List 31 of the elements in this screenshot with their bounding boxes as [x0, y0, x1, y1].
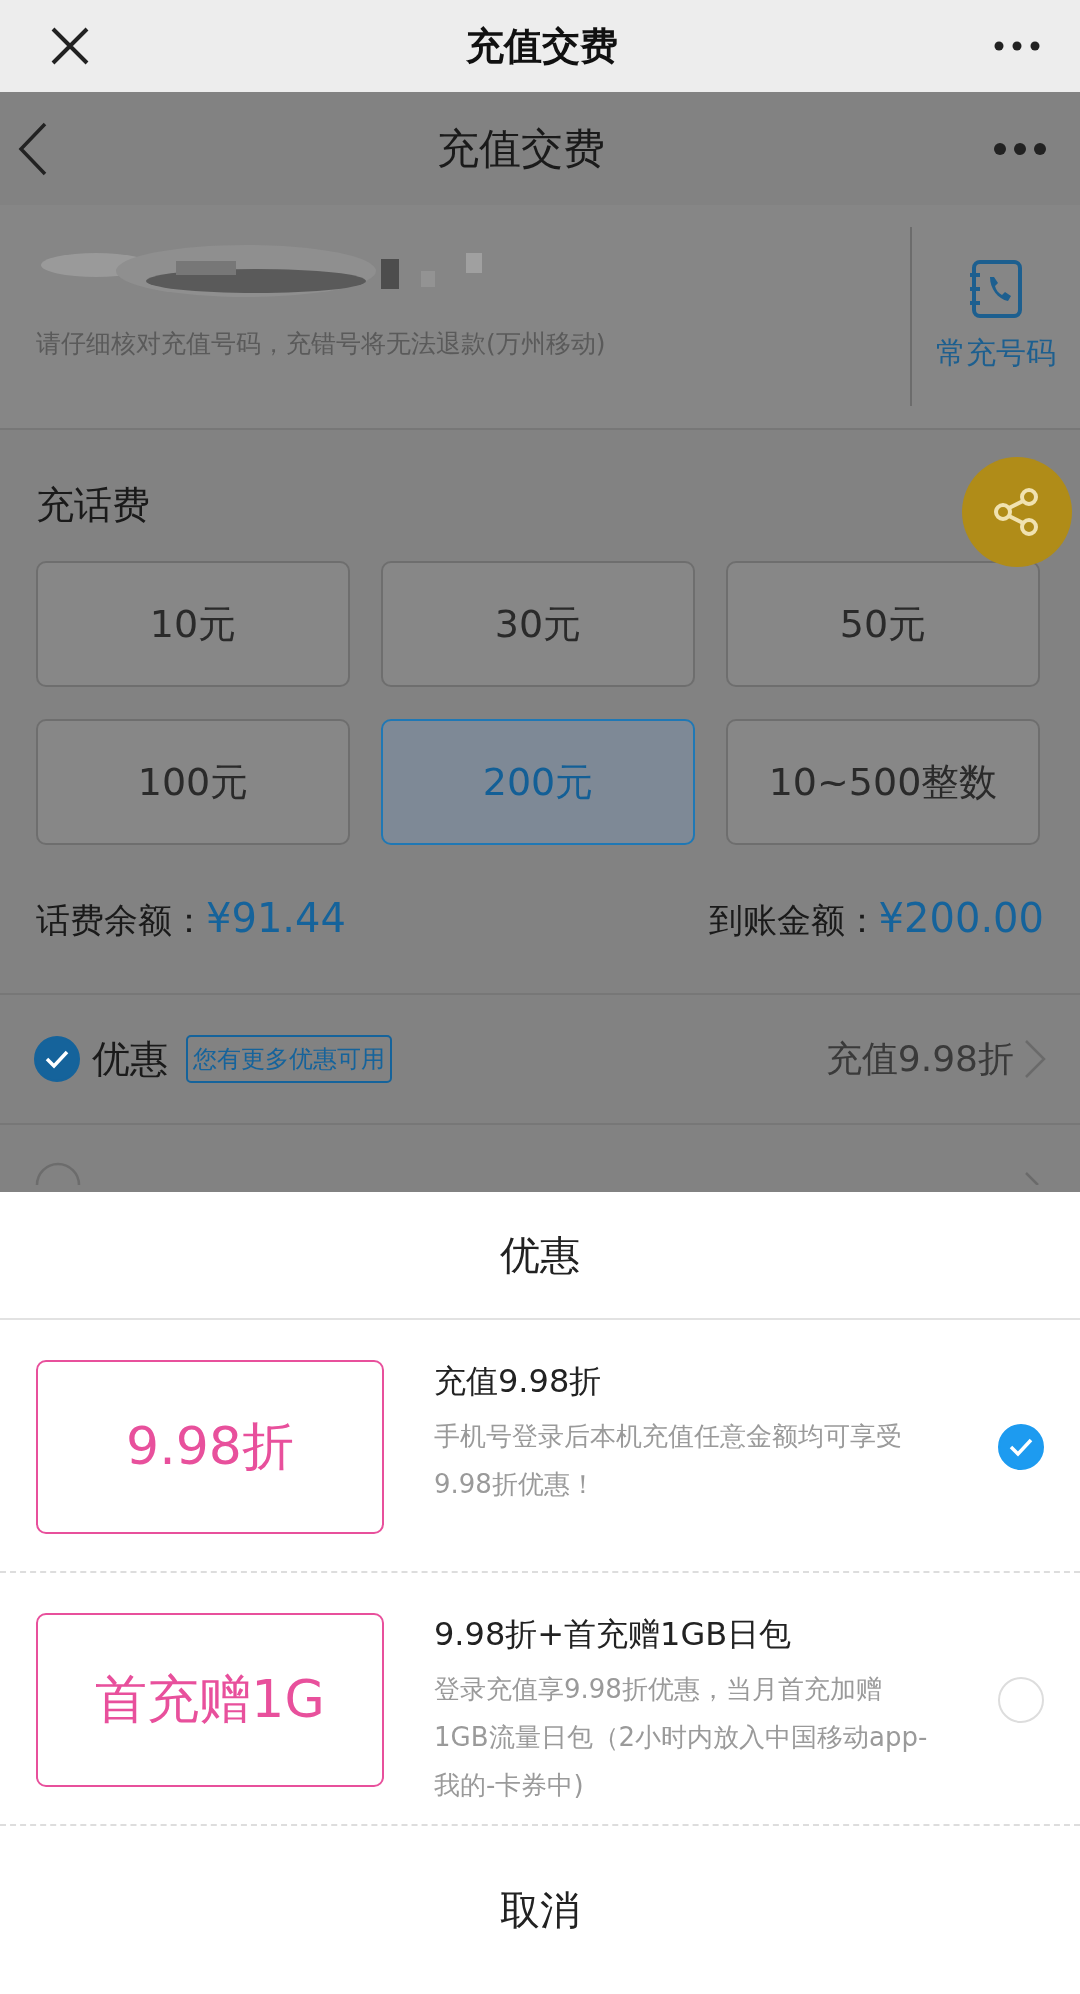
- promo-tag: 您有更多优惠可用: [186, 1035, 392, 1083]
- amount-option[interactable]: 10元: [36, 561, 350, 687]
- check-icon: [44, 1049, 70, 1069]
- more-icon[interactable]: [994, 41, 1040, 51]
- sheet-title: 优惠: [500, 1230, 580, 1280]
- checkbox[interactable]: [34, 1036, 80, 1082]
- balance-label: 话费余额：: [36, 898, 206, 942]
- back-icon[interactable]: [18, 121, 48, 176]
- arrival-value: ¥200.00: [878, 894, 1044, 941]
- option-title: 9.98折+首充赠1GB日包: [434, 1614, 793, 1655]
- page-title: 充值交费: [466, 22, 618, 70]
- discount-badge: 9.98折: [36, 1360, 384, 1534]
- screen-title: 充值交费: [437, 122, 605, 175]
- amount-option[interactable]: 30元: [381, 561, 695, 687]
- amount-option[interactable]: 50元: [726, 561, 1040, 687]
- radio-button[interactable]: [998, 1424, 1044, 1470]
- option-title: 充值9.98折: [434, 1361, 603, 1402]
- amount-option[interactable]: 100元: [36, 719, 350, 845]
- discount-badge: 首充赠1G: [36, 1613, 384, 1787]
- promo-label: 优惠: [92, 1035, 168, 1083]
- balance-value: ¥91.44: [206, 894, 346, 941]
- close-icon[interactable]: [50, 26, 90, 66]
- promo-value[interactable]: 充值9.98折: [825, 1034, 1046, 1084]
- phone-book-icon: [968, 259, 1024, 319]
- option-description: 登录充值享9.98折优惠，当月首充加赠1GB流量日包（2小时内放入中国移动app-我的-卡券中): [434, 1673, 929, 1802]
- section-title: 充话费: [36, 482, 150, 529]
- option-description: 手机号登录后本机充值任意金额均可享受9.98折优惠！: [434, 1420, 903, 1501]
- amount-option[interactable]: 10~500整数: [726, 719, 1040, 845]
- arrival-label: 到账金额：: [708, 898, 879, 942]
- chevron-icon: [1024, 1039, 1046, 1079]
- check-icon: [1008, 1437, 1034, 1457]
